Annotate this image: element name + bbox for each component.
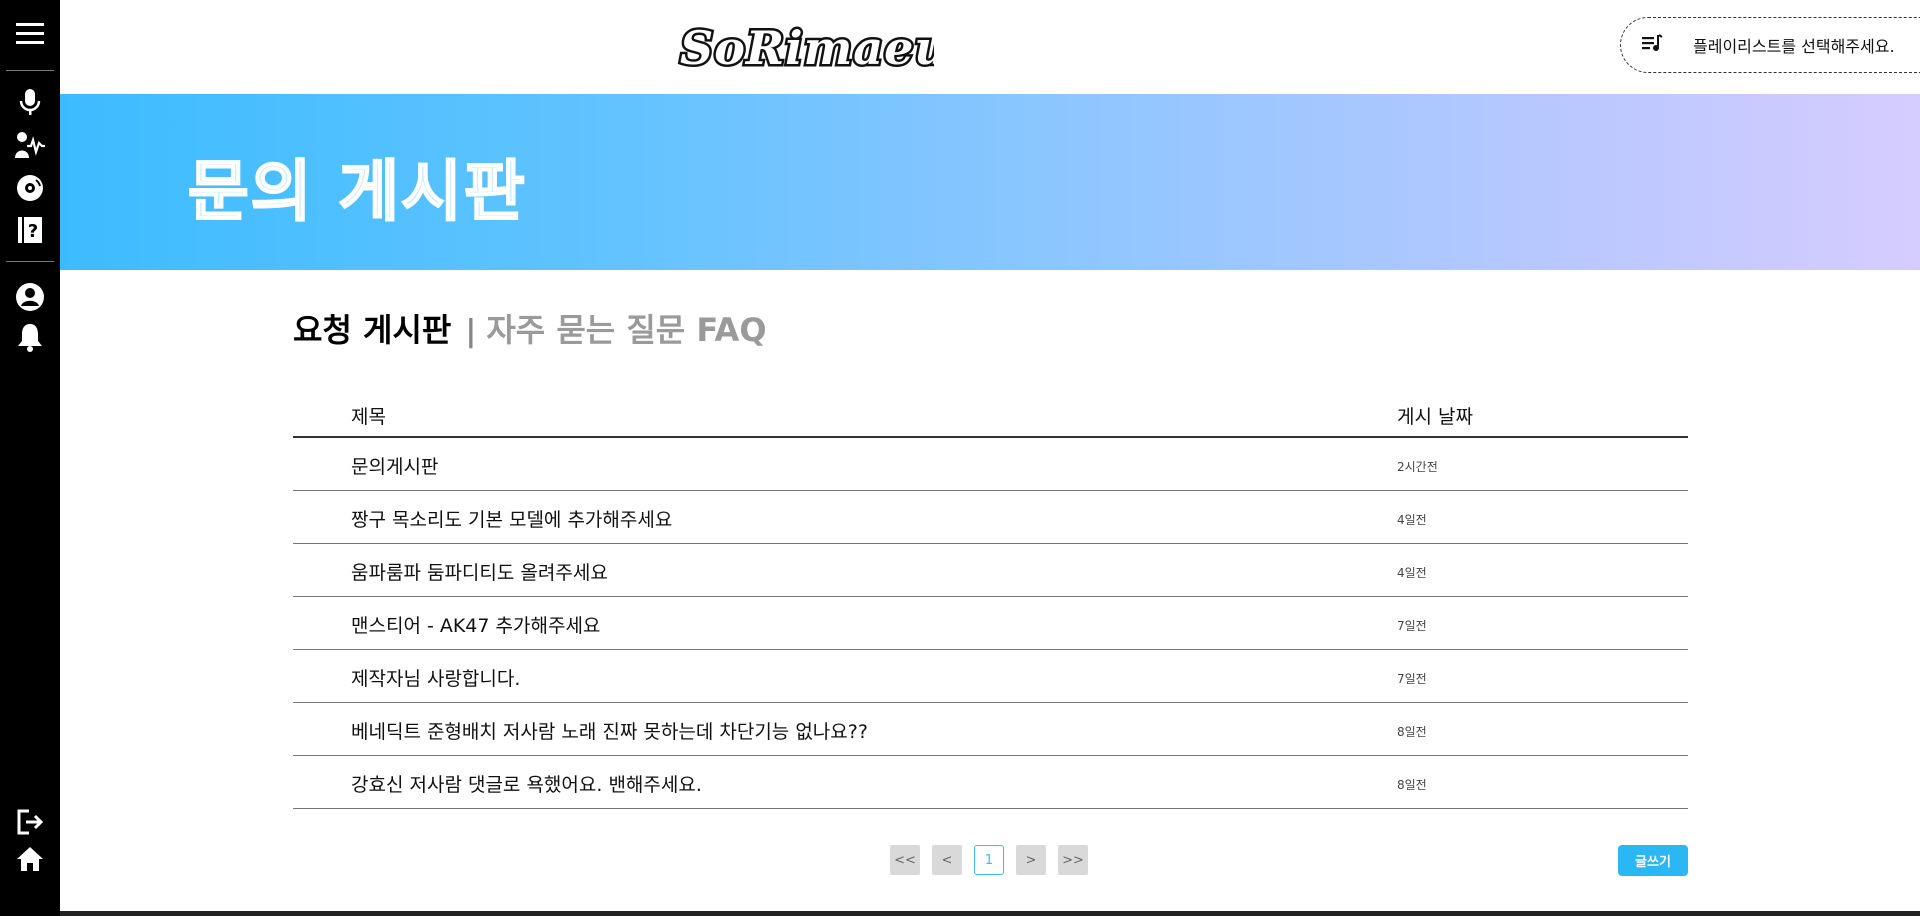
sidebar: ? [0, 0, 60, 916]
post-date: 4일전 [1397, 513, 1427, 527]
prev-page-button[interactable]: < [932, 845, 962, 875]
board-tabs: 요청 게시판 | 자주 묻는 질문 FAQ [293, 305, 767, 351]
next-page-button[interactable]: > [1016, 845, 1046, 875]
disc-icon[interactable] [12, 172, 48, 204]
post-title[interactable]: 베네딕트 준형배치 저사람 노래 진짜 못하는데 차단기능 없나요?? [351, 717, 868, 744]
write-post-button[interactable]: 글쓰기 [1618, 845, 1688, 876]
post-table: 제목 게시 날짜 문의게시판 2시간전 짱구 목소리도 기본 모델에 추가해주세… [293, 388, 1688, 809]
pagination: << < 1 > >> [890, 845, 1088, 875]
last-page-button[interactable]: >> [1058, 845, 1088, 875]
sidebar-divider [6, 261, 54, 262]
bell-icon[interactable] [12, 321, 48, 353]
table-row[interactable]: 맨스티어 - AK47 추가해주세요 7일전 [293, 597, 1688, 650]
table-row[interactable]: 문의게시판 2시간전 [293, 438, 1688, 491]
menu-icon[interactable] [12, 18, 48, 50]
table-row[interactable]: 제작자님 사랑합니다. 7일전 [293, 650, 1688, 703]
page-banner: 문의 게시판 [60, 94, 1920, 270]
sidebar-divider [6, 70, 54, 71]
logout-icon[interactable] [12, 806, 48, 838]
post-date: 7일전 [1397, 619, 1427, 633]
post-date: 7일전 [1397, 672, 1427, 686]
post-title[interactable]: 맨스티어 - AK47 추가해주세요 [351, 611, 600, 638]
tab-request-board[interactable]: 요청 게시판 [293, 305, 451, 351]
table-row[interactable]: 베네딕트 준형배치 저사람 노래 진짜 못하는데 차단기능 없나요?? 8일전 [293, 703, 1688, 756]
post-date: 8일전 [1397, 725, 1427, 739]
table-row[interactable]: 움파룸파 둠파디티도 올려주세요 4일전 [293, 544, 1688, 597]
column-title: 제목 [351, 406, 386, 428]
post-date: 4일전 [1397, 566, 1427, 580]
playlist-icon [1641, 33, 1663, 57]
tab-faq[interactable]: 자주 묻는 질문 FAQ [486, 305, 766, 351]
column-date: 게시 날짜 [1397, 406, 1473, 428]
logo-text: SoRimaeul [680, 21, 934, 75]
current-page-button[interactable]: 1 [974, 845, 1004, 875]
home-icon[interactable] [12, 843, 48, 875]
top-header: SoRimaeul 플레이리스트를 선택해주세요. [60, 0, 1920, 94]
post-date: 8일전 [1397, 778, 1427, 792]
bottom-edge [60, 911, 1920, 916]
table-header: 제목 게시 날짜 [293, 388, 1688, 438]
user-icon[interactable] [12, 281, 48, 313]
post-title[interactable]: 문의게시판 [351, 452, 438, 479]
banner-title: 문의 게시판 [187, 152, 527, 231]
post-title[interactable]: 움파룸파 둠파디티도 올려주세요 [351, 558, 608, 585]
post-title[interactable]: 짱구 목소리도 기본 모델에 추가해주세요 [351, 505, 672, 532]
faq-book-icon[interactable]: ? [12, 214, 48, 246]
post-title[interactable]: 강효신 저사람 댓글로 욕했어요. 밴해주세요. [351, 770, 702, 797]
first-page-button[interactable]: << [890, 845, 920, 875]
table-row[interactable]: 짱구 목소리도 기본 모델에 추가해주세요 4일전 [293, 491, 1688, 544]
playlist-selector[interactable]: 플레이리스트를 선택해주세요. [1620, 17, 1920, 73]
voice-wave-icon[interactable] [12, 129, 48, 161]
microphone-icon[interactable] [12, 86, 48, 118]
playlist-placeholder: 플레이리스트를 선택해주세요. [1693, 37, 1895, 56]
table-row[interactable]: 강효신 저사람 댓글로 욕했어요. 밴해주세요. 8일전 [293, 756, 1688, 809]
svg-text:?: ? [28, 221, 38, 242]
post-title[interactable]: 제작자님 사랑합니다. [351, 664, 520, 691]
logo[interactable]: SoRimaeul [674, 14, 969, 78]
post-date: 2시간전 [1397, 460, 1438, 474]
tab-separator: | [465, 314, 477, 349]
